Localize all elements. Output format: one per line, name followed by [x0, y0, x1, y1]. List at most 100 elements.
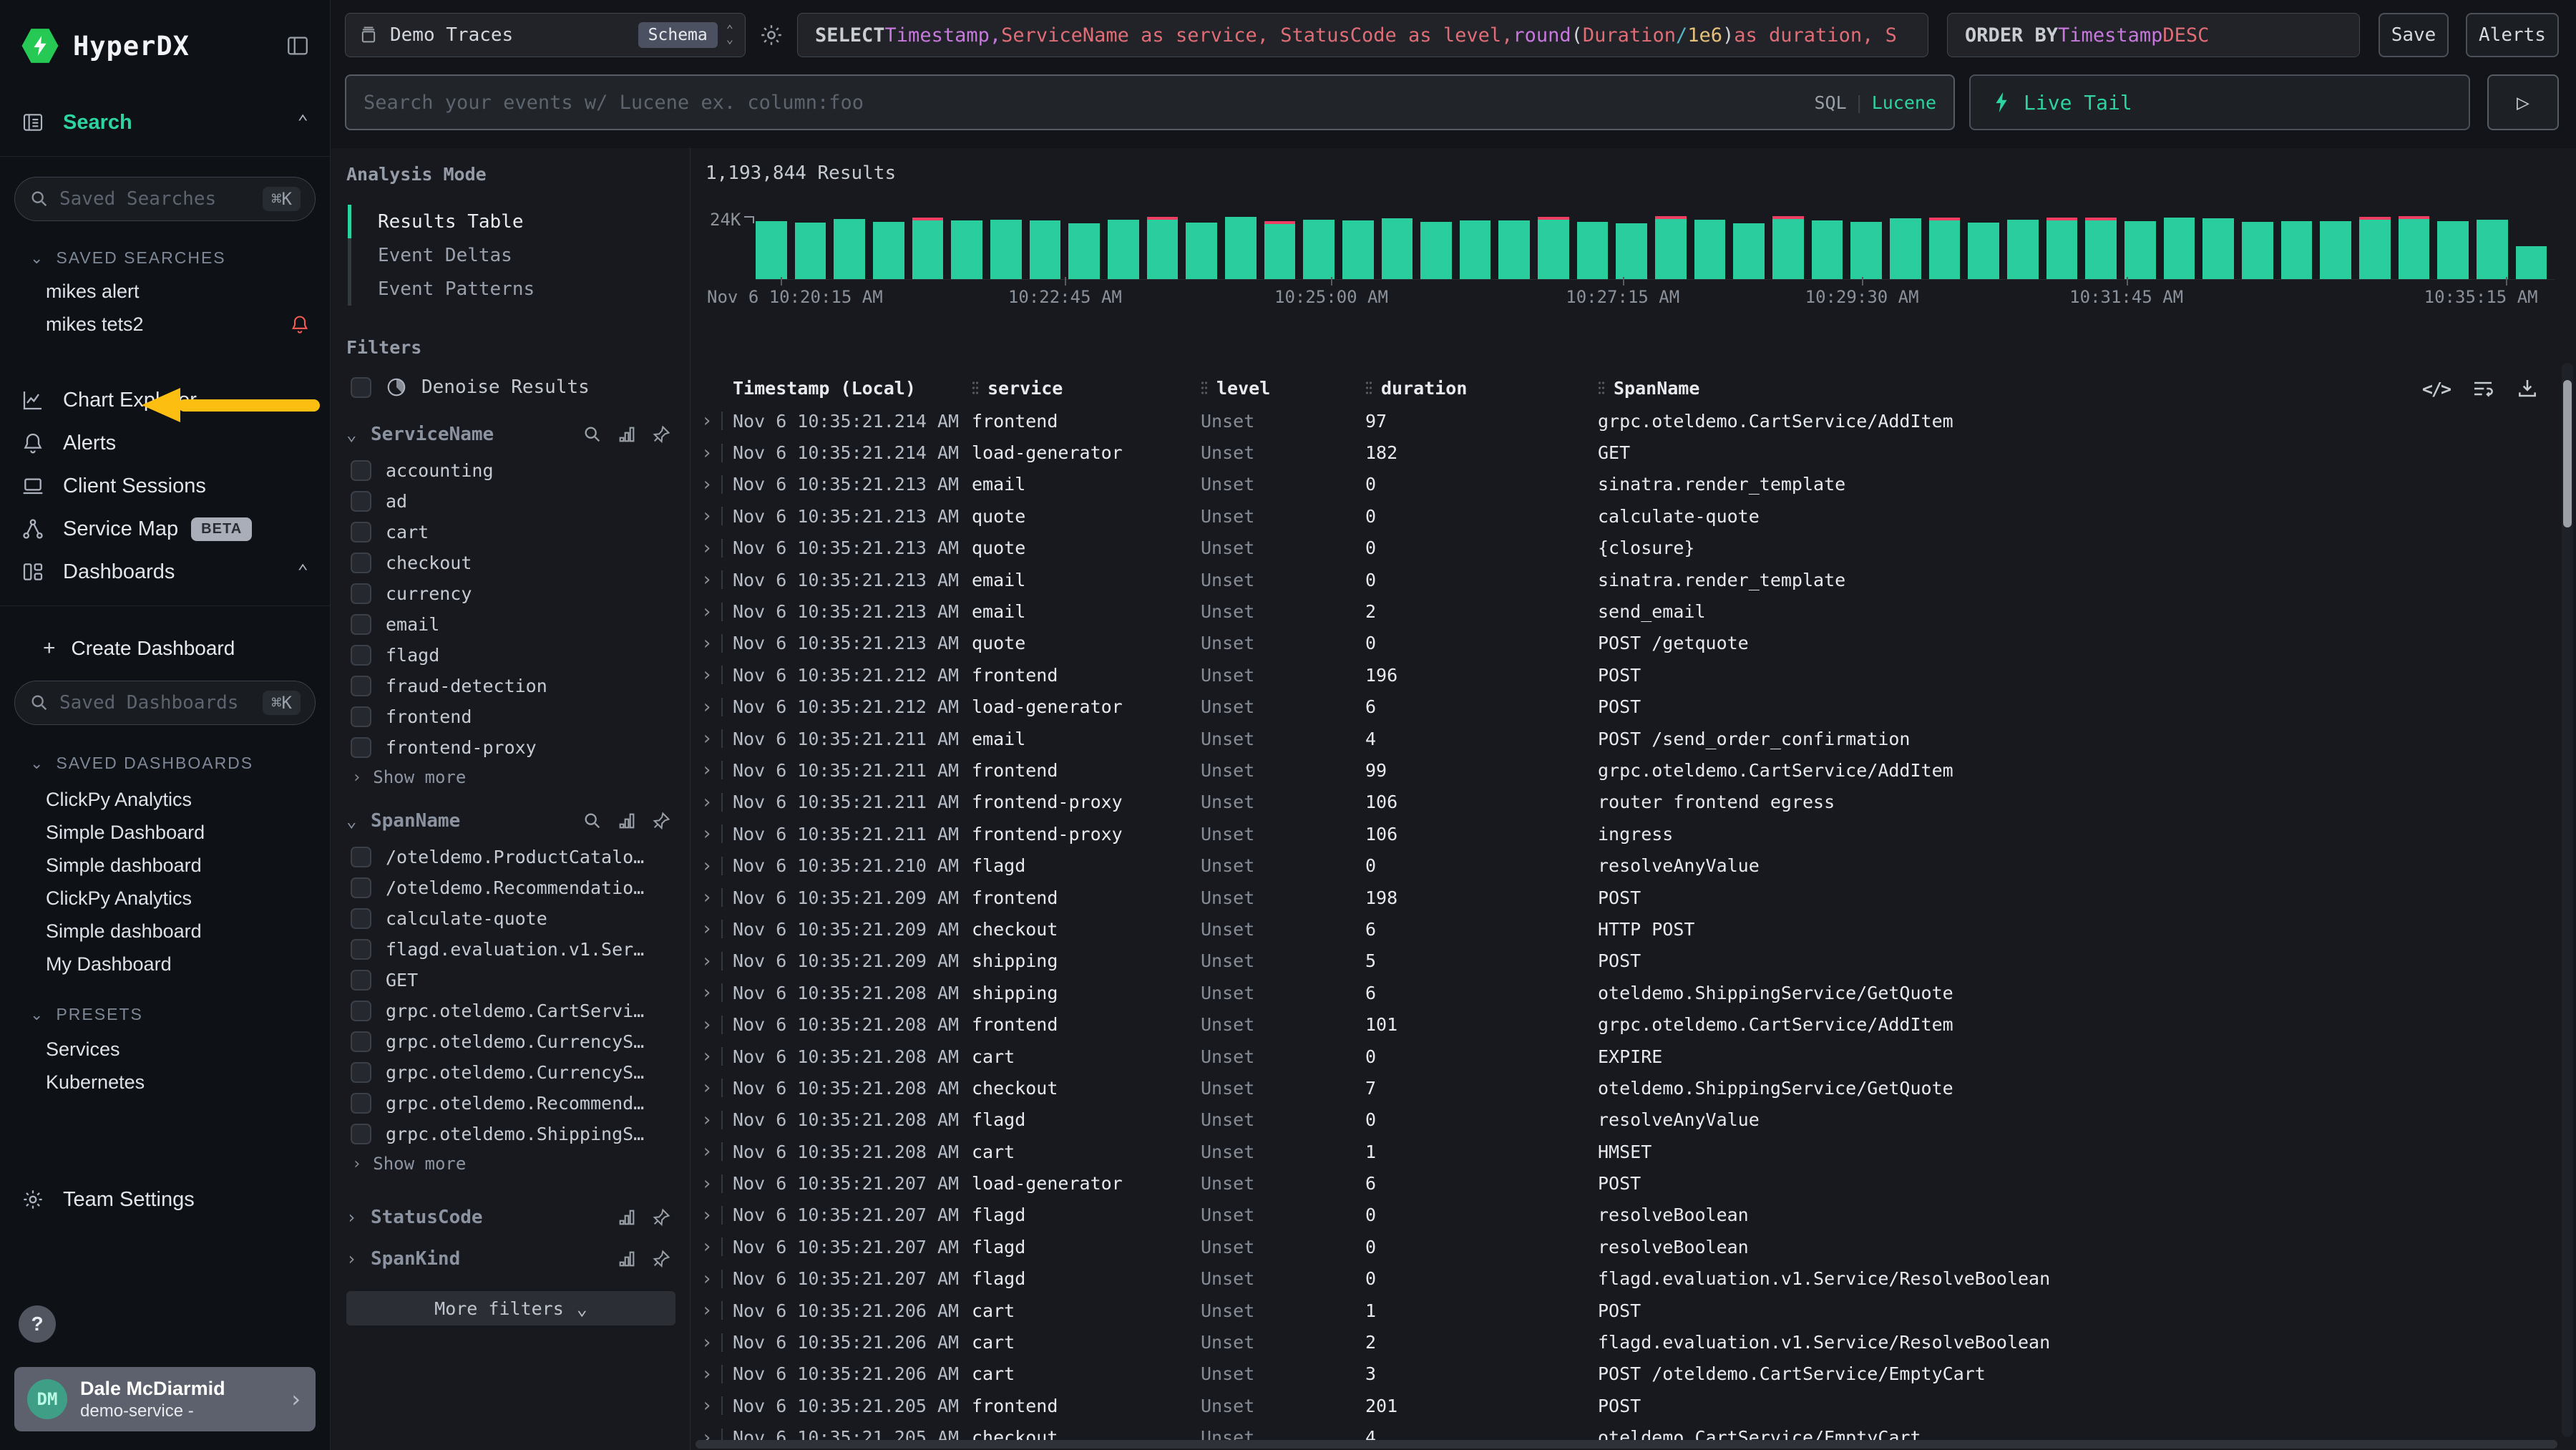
bar-chart-icon[interactable]: [617, 1249, 637, 1269]
row-expand-chevron[interactable]: ›: [691, 664, 733, 686]
table-row[interactable]: ›Nov 6 10:35:21.213 AMemailUnset0sinatra…: [691, 469, 2533, 500]
filter-option[interactable]: frontend: [346, 701, 675, 732]
row-expand-chevron[interactable]: ›: [691, 633, 733, 654]
saved-dashboard-item[interactable]: Simple Dashboard: [46, 816, 310, 849]
download-icon[interactable]: [2516, 377, 2539, 400]
table-row[interactable]: ›Nov 6 10:35:21.213 AMquoteUnset0POST /g…: [691, 628, 2533, 659]
histogram-bar[interactable]: [2320, 214, 2359, 279]
checkbox[interactable]: [351, 970, 371, 991]
preset-item[interactable]: Kubernetes: [46, 1066, 310, 1099]
filter-option[interactable]: grpc.oteldemo.CurrencyS…: [346, 1026, 675, 1057]
alerts-button[interactable]: Alerts: [2466, 13, 2559, 57]
table-row[interactable]: ›Nov 6 10:35:21.213 AMquoteUnset0calcula…: [691, 500, 2533, 532]
denoise-results-option[interactable]: Denoise Results: [346, 376, 675, 398]
pin-icon[interactable]: [651, 1207, 671, 1227]
table-row[interactable]: ›Nov 6 10:35:21.214 AMfrontendUnset97grp…: [691, 405, 2533, 437]
filter-option[interactable]: checkout: [346, 548, 675, 578]
sidebar-collapse-icon[interactable]: [286, 34, 310, 58]
table-row[interactable]: ›Nov 6 10:35:21.211 AMfrontend-proxyUnse…: [691, 787, 2533, 818]
run-query-button[interactable]: ▷: [2487, 74, 2559, 130]
row-expand-chevron[interactable]: ›: [691, 537, 733, 559]
drag-handle-icon[interactable]: [972, 381, 979, 395]
filter-option[interactable]: grpc.oteldemo.CartServi…: [346, 996, 675, 1026]
row-expand-chevron[interactable]: ›: [691, 1236, 733, 1257]
table-row[interactable]: ›Nov 6 10:35:21.214 AMload-generatorUnse…: [691, 437, 2533, 468]
sidebar-item-chart-explorer[interactable]: Chart Explorer: [0, 379, 330, 421]
sidebar-item-team-settings[interactable]: Team Settings: [0, 1179, 330, 1220]
user-menu[interactable]: DM Dale McDiarmid demo-service - ›: [14, 1367, 316, 1431]
more-filters-button[interactable]: More filters ⌄: [346, 1291, 675, 1325]
column-header-duration[interactable]: duration: [1365, 378, 1598, 399]
analysis-mode-results-table[interactable]: Results Table: [346, 205, 675, 238]
histogram-bar[interactable]: [2046, 214, 2086, 279]
vertical-scrollbar[interactable]: [2562, 363, 2573, 1437]
table-row[interactable]: ›Nov 6 10:35:21.208 AMflagdUnset0resolve…: [691, 1104, 2533, 1136]
table-row[interactable]: ›Nov 6 10:35:21.213 AMemailUnset2send_em…: [691, 595, 2533, 627]
table-row[interactable]: ›Nov 6 10:35:21.211 AMfrontend-proxyUnse…: [691, 818, 2533, 850]
filter-group-spankind[interactable]: › SpanKind: [346, 1248, 675, 1270]
row-expand-chevron[interactable]: ›: [691, 601, 733, 623]
histogram-bar[interactable]: [2516, 214, 2555, 279]
checkbox[interactable]: [351, 1124, 371, 1144]
histogram-bar[interactable]: [1342, 214, 1382, 279]
saved-search-item[interactable]: mikes tets2: [46, 308, 310, 341]
histogram-bar[interactable]: [2242, 214, 2281, 279]
histogram-bar[interactable]: [2124, 214, 2164, 279]
filter-option[interactable]: grpc.oteldemo.Recommend…: [346, 1088, 675, 1119]
filter-option[interactable]: /oteldemo.Recommendatio…: [346, 872, 675, 903]
histogram-bar[interactable]: [1850, 214, 1890, 279]
filter-option[interactable]: grpc.oteldemo.ShippingS…: [346, 1119, 675, 1149]
pin-icon[interactable]: [651, 1249, 671, 1269]
checkbox[interactable]: [351, 1093, 371, 1114]
row-expand-chevron[interactable]: ›: [691, 1077, 733, 1099]
row-expand-chevron[interactable]: ›: [691, 696, 733, 718]
histogram-bar[interactable]: [2007, 214, 2046, 279]
table-row[interactable]: ›Nov 6 10:35:21.210 AMflagdUnset0resolve…: [691, 850, 2533, 881]
create-dashboard-button[interactable]: + Create Dashboard: [43, 636, 330, 661]
presets-header[interactable]: ⌄ PRESETS: [30, 1005, 330, 1024]
filter-group-servicename[interactable]: ⌄ ServiceName: [346, 424, 675, 445]
table-row[interactable]: ›Nov 6 10:35:21.207 AMflagdUnset0resolve…: [691, 1200, 2533, 1231]
row-expand-chevron[interactable]: ›: [691, 410, 733, 432]
histogram-bar[interactable]: [1772, 214, 1812, 279]
histogram-bar[interactable]: [1812, 214, 1851, 279]
table-row[interactable]: ›Nov 6 10:35:21.209 AMfrontendUnset198PO…: [691, 882, 2533, 913]
row-expand-chevron[interactable]: ›: [691, 918, 733, 940]
checkbox[interactable]: [351, 553, 371, 573]
table-row[interactable]: ›Nov 6 10:35:21.207 AMflagdUnset0resolve…: [691, 1231, 2533, 1262]
histogram-bar[interactable]: [1616, 214, 1655, 279]
row-expand-chevron[interactable]: ›: [691, 1014, 733, 1036]
row-expand-chevron[interactable]: ›: [691, 1141, 733, 1162]
table-row[interactable]: ›Nov 6 10:35:21.206 AMcartUnset1POST: [691, 1295, 2533, 1326]
histogram-bar[interactable]: [1264, 214, 1304, 279]
histogram-bar[interactable]: [1460, 214, 1499, 279]
table-row[interactable]: ›Nov 6 10:35:21.208 AMcartUnset0EXPIRE: [691, 1041, 2533, 1072]
checkbox[interactable]: [351, 1062, 371, 1083]
table-row[interactable]: ›Nov 6 10:35:21.208 AMfrontendUnset101gr…: [691, 1008, 2533, 1040]
histogram-bar[interactable]: [1929, 214, 1968, 279]
orderby-clause-input[interactable]: ORDER BY Timestamp DESC: [1947, 13, 2360, 57]
filter-group-statuscode[interactable]: › StatusCode: [346, 1207, 675, 1228]
select-clause-input[interactable]: SELECT Timestamp, ServiceName as service…: [797, 13, 1928, 57]
filter-option[interactable]: email: [346, 609, 675, 640]
checkbox[interactable]: [351, 908, 371, 929]
histogram-bar[interactable]: [1694, 214, 1734, 279]
checkbox[interactable]: [351, 877, 371, 898]
row-expand-chevron[interactable]: ›: [691, 1268, 733, 1290]
drag-handle-icon[interactable]: [1365, 381, 1372, 395]
histogram-bar[interactable]: [1147, 214, 1186, 279]
table-row[interactable]: ›Nov 6 10:35:21.213 AMemailUnset0sinatra…: [691, 564, 2533, 595]
preset-item[interactable]: Services: [46, 1033, 310, 1066]
horizontal-scrollbar[interactable]: [696, 1440, 2557, 1449]
row-expand-chevron[interactable]: ›: [691, 1205, 733, 1226]
filter-option[interactable]: flagd.evaluation.v1.Ser…: [346, 934, 675, 965]
filter-option[interactable]: flagd: [346, 640, 675, 671]
histogram-bar[interactable]: [1733, 214, 1772, 279]
histogram-bar[interactable]: [873, 214, 912, 279]
table-row[interactable]: ›Nov 6 10:35:21.208 AMcheckoutUnset7otel…: [691, 1072, 2533, 1104]
lucene-toggle[interactable]: Lucene: [1872, 92, 1936, 113]
table-row[interactable]: ›Nov 6 10:35:21.208 AMcartUnset1HMSET: [691, 1136, 2533, 1167]
checkbox[interactable]: [351, 737, 371, 758]
query-language-toggle[interactable]: SQL|Lucene: [1814, 92, 1936, 113]
code-view-icon[interactable]: </>: [2422, 379, 2450, 399]
